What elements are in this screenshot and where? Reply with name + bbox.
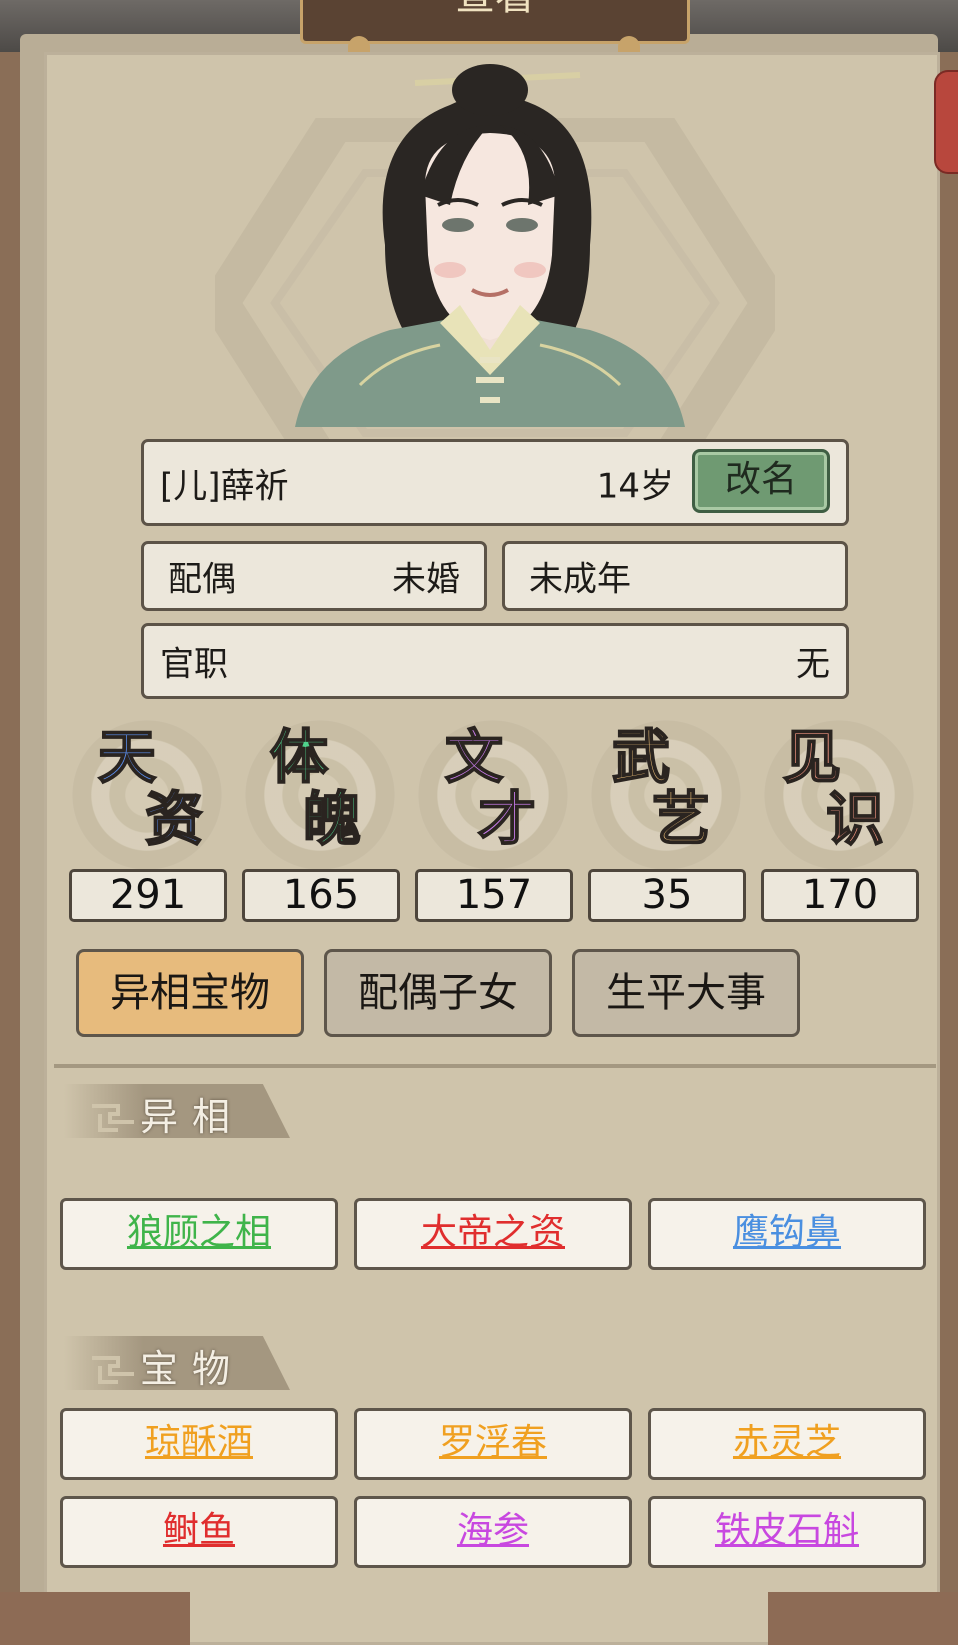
trait-item[interactable]: 大帝之资 <box>354 1198 632 1270</box>
grid-pattern-icon <box>92 1104 134 1132</box>
stat-char-1: 天 <box>97 723 157 791</box>
stat-char-2: 魄 <box>302 785 362 853</box>
stat-value: 291 <box>69 869 227 922</box>
stat-char-1: 武 <box>611 723 671 791</box>
stat-char-1: 体 <box>269 723 329 791</box>
stat-value: 165 <box>242 869 400 922</box>
treasure-item[interactable]: 赤灵芝 <box>648 1408 926 1480</box>
stat-char-2: 资 <box>144 785 204 853</box>
title-knob-right-icon <box>618 36 640 52</box>
adult-status-field: 未成年 <box>502 541 848 611</box>
office-field: 官职 无 <box>141 623 849 699</box>
stat-char-2: 艺 <box>651 785 711 853</box>
character-name: [儿]薛祈 <box>160 466 289 506</box>
spouse-value: 未婚 <box>392 559 460 600</box>
treasures-section-title: 宝物 <box>140 1347 245 1391</box>
tab-spouse-children[interactable]: 配偶子女 <box>324 949 552 1037</box>
adult-status: 未成年 <box>529 559 631 600</box>
stat-value: 170 <box>761 869 919 922</box>
tab-life-events[interactable]: 生平大事 <box>572 949 800 1037</box>
section-divider <box>54 1064 936 1068</box>
grid-pattern-icon <box>92 1356 134 1384</box>
stat-char-2: 才 <box>477 785 537 853</box>
stat-value: 35 <box>588 869 746 922</box>
traits-section-title: 异相 <box>140 1095 245 1139</box>
stat-value: 157 <box>415 869 573 922</box>
treasure-item[interactable]: 铁皮石斛 <box>648 1496 926 1568</box>
side-close-tab[interactable] <box>934 70 958 174</box>
office-value: 无 <box>796 644 830 685</box>
spouse-field: 配偶 未婚 <box>141 541 487 611</box>
treasure-item[interactable]: 罗浮春 <box>354 1408 632 1480</box>
rename-button[interactable]: 改名 <box>692 449 830 513</box>
trait-item[interactable]: 鹰钩鼻 <box>648 1198 926 1270</box>
treasure-item[interactable]: 琼酥酒 <box>60 1408 338 1480</box>
character-age: 14岁 <box>596 466 674 506</box>
stat-char-2: 识 <box>825 785 885 853</box>
treasure-item[interactable]: 海参 <box>354 1496 632 1568</box>
stat-char-1: 文 <box>444 723 504 791</box>
trait-item[interactable]: 狼顾之相 <box>60 1198 338 1270</box>
office-label: 官职 <box>160 644 228 685</box>
stat-char-1: 见 <box>782 723 842 791</box>
title-knob-left-icon <box>348 36 370 52</box>
character-portrait <box>295 64 685 427</box>
treasure-item[interactable]: 鲥鱼 <box>60 1496 338 1568</box>
spouse-label: 配偶 <box>168 559 236 600</box>
bottom-right-ornament <box>768 1592 958 1645</box>
tab-traits-treasures[interactable]: 异相宝物 <box>76 949 304 1037</box>
bottom-left-ornament <box>0 1592 190 1645</box>
